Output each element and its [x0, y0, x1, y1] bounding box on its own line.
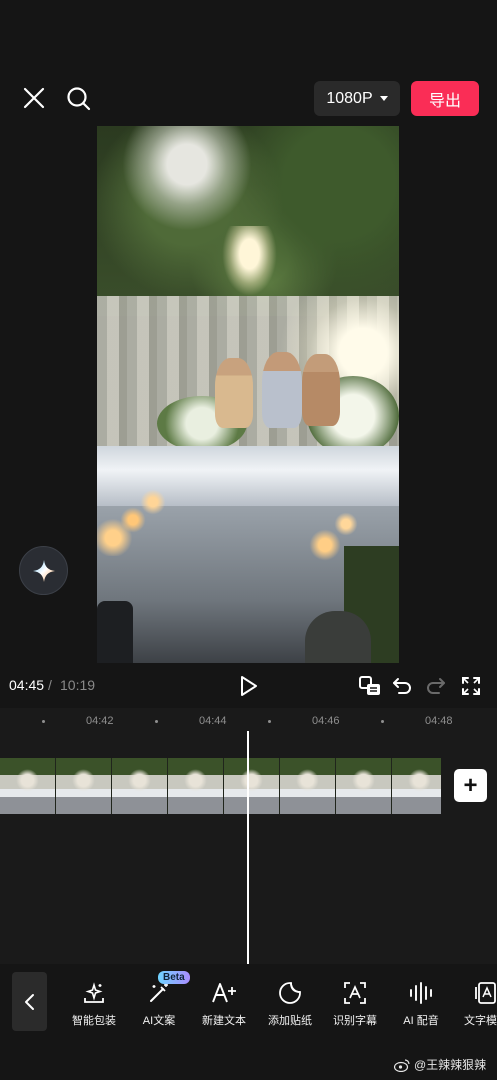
tool-label: 智能包装	[72, 1015, 116, 1027]
search-icon	[67, 87, 91, 111]
tool-label: AI 配音	[403, 1015, 439, 1027]
ruler-label: 04:46	[312, 715, 340, 727]
keyframe-icon	[359, 676, 380, 695]
playhead[interactable]	[247, 731, 249, 964]
time-separator: /	[48, 677, 52, 693]
resolution-label: 1080P	[326, 89, 373, 107]
close-icon	[23, 87, 45, 109]
redo-button[interactable]	[424, 674, 448, 698]
clip-thumbnail	[168, 758, 224, 814]
chair	[305, 611, 371, 663]
keyframe-button[interactable]	[358, 674, 382, 698]
chandelier-small	[222, 226, 277, 296]
ruler-tick	[155, 720, 158, 723]
smart-package-icon	[81, 980, 107, 1006]
dancer	[262, 352, 302, 428]
sticker-icon	[277, 980, 303, 1006]
dancer	[302, 354, 340, 426]
tool-ai-voice[interactable]: AI 配音	[389, 980, 453, 1030]
new-text-icon	[211, 980, 237, 1006]
tool-label: 文字模	[464, 1015, 497, 1027]
caption-recognition-icon	[342, 980, 368, 1006]
video-clip-track[interactable]	[0, 758, 441, 814]
clip-thumbnail	[336, 758, 392, 814]
tool-smart-package[interactable]: 智能包装	[62, 980, 126, 1030]
video-preview[interactable]	[97, 126, 399, 663]
tool-label: AI文案	[142, 1015, 176, 1027]
redo-icon	[427, 678, 445, 694]
text-template-icon	[473, 980, 497, 1006]
search-button[interactable]	[62, 82, 96, 116]
clip-thumbnail	[0, 758, 56, 814]
clip-thumbnail	[224, 758, 280, 814]
watermark-text: @王辣辣狠辣	[414, 1058, 487, 1072]
toolbar-back-button[interactable]	[12, 972, 47, 1031]
tool-caption-recognition[interactable]: 识别字幕	[323, 980, 387, 1030]
weibo-icon	[394, 1058, 410, 1072]
tool-ai-copywriting[interactable]: AI文案	[127, 980, 191, 1030]
ruler-tick	[381, 720, 384, 723]
candles	[97, 466, 177, 556]
ruler-tick	[42, 720, 45, 723]
clip-thumbnail	[280, 758, 336, 814]
undo-icon	[393, 678, 411, 694]
chevron-left-icon	[24, 993, 34, 1010]
candles	[307, 496, 367, 566]
chandelier	[117, 126, 257, 236]
ruler-label: 04:44	[199, 715, 227, 727]
ruler-label: 04:48	[425, 715, 453, 727]
beta-badge: Beta	[158, 971, 190, 984]
tool-label: 添加贴纸	[268, 1015, 312, 1027]
dancer	[215, 358, 253, 428]
clip-thumbnail	[56, 758, 112, 814]
play-icon	[241, 676, 257, 696]
caret-down-icon	[379, 96, 388, 101]
play-button[interactable]	[236, 674, 262, 698]
total-time: 10:19	[60, 677, 96, 693]
undo-button[interactable]	[390, 674, 414, 698]
ruler-label: 04:42	[86, 715, 114, 727]
chair	[97, 601, 133, 663]
tool-label: 识别字幕	[333, 1015, 377, 1027]
export-button[interactable]: 导出	[411, 81, 479, 116]
fullscreen-button[interactable]	[459, 674, 483, 698]
clip-thumbnail	[112, 758, 168, 814]
ai-voice-icon	[408, 980, 434, 1006]
tool-new-text[interactable]: 新建文本	[192, 980, 256, 1030]
fullscreen-icon	[462, 677, 480, 695]
add-clip-button[interactable]: +	[454, 769, 487, 802]
current-time: 04:45	[9, 677, 45, 693]
close-button[interactable]	[18, 82, 50, 114]
tool-label: 新建文本	[202, 1015, 246, 1027]
clip-thumbnail	[392, 758, 441, 814]
ruler-tick	[268, 720, 271, 723]
tool-sticker[interactable]: 添加贴纸	[258, 980, 322, 1030]
sparkle-icon	[32, 559, 55, 582]
tool-text-template[interactable]: 文字模	[454, 980, 497, 1030]
resolution-button[interactable]: 1080P	[314, 81, 400, 116]
ai-assistant-button[interactable]	[19, 546, 68, 595]
watermark: @王辣辣狠辣	[394, 1056, 486, 1073]
